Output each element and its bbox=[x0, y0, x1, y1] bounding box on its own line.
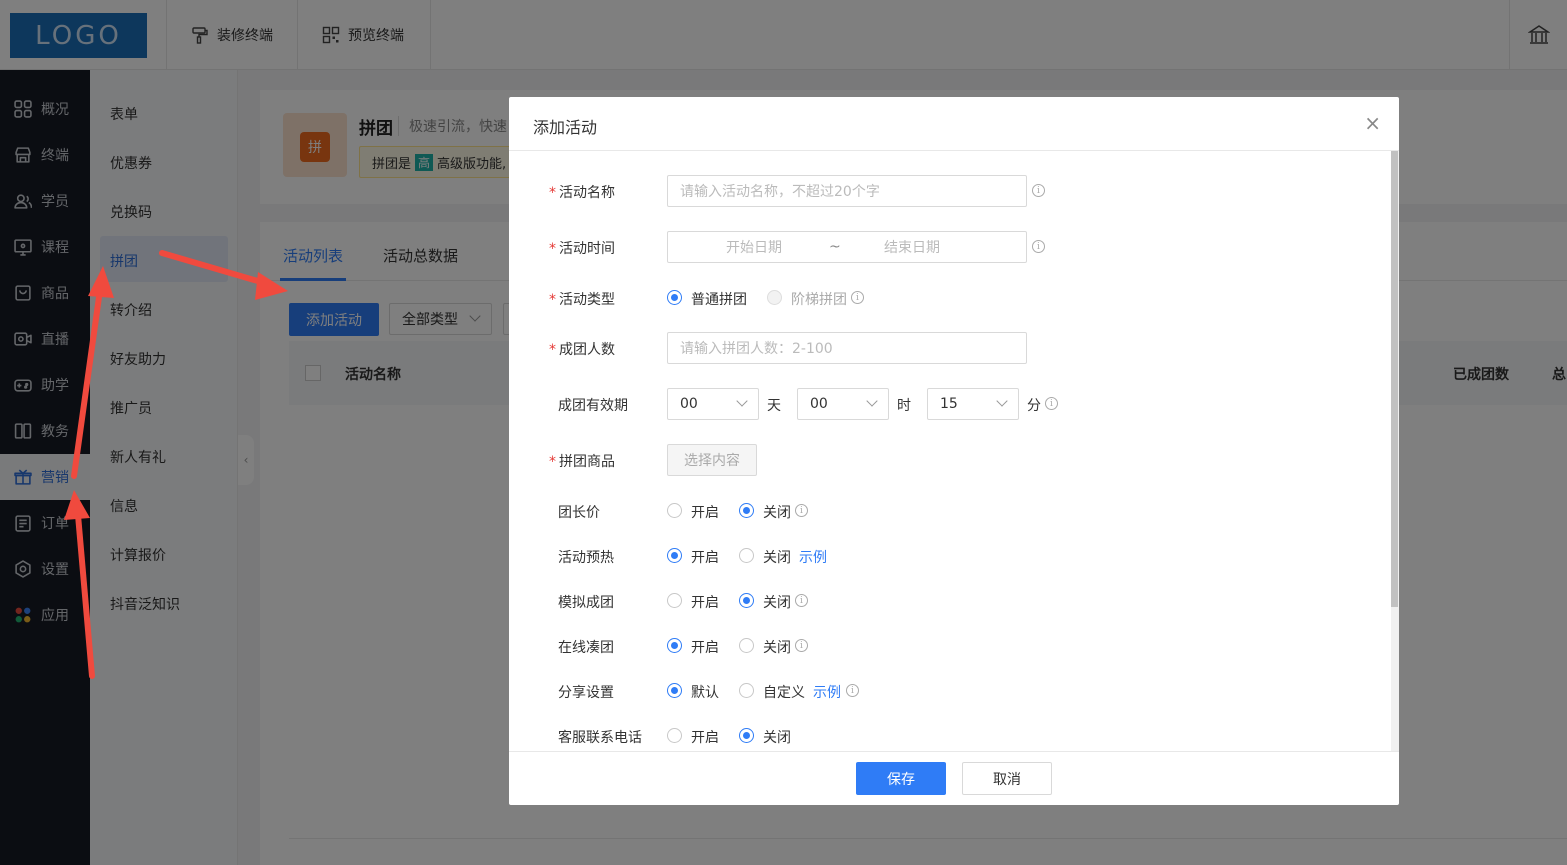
hours-unit: 时 bbox=[897, 398, 911, 414]
activity-name-label: * 活动名称 bbox=[549, 185, 615, 201]
dialog-header: 添加活动 × bbox=[509, 97, 1399, 151]
warmup-on-label: 开启 bbox=[691, 550, 719, 566]
chevron-down-icon bbox=[996, 395, 1008, 407]
service-phone-label: 客服联系电话 bbox=[558, 730, 642, 746]
group-size-input[interactable]: 请输入拼团人数：2-100 bbox=[667, 332, 1027, 364]
type-tiered-radio[interactable] bbox=[767, 290, 782, 305]
leader-price-off-label: 关闭 bbox=[763, 505, 791, 521]
simulate-on-radio[interactable] bbox=[667, 593, 682, 608]
validity-days-select[interactable]: 00 bbox=[667, 388, 759, 420]
info-icon: i bbox=[851, 291, 864, 304]
phone-on-label: 开启 bbox=[691, 730, 719, 746]
group-size-label: * 成团人数 bbox=[549, 342, 615, 358]
validity-hours-select[interactable]: 00 bbox=[797, 388, 889, 420]
phone-off-label: 关闭 bbox=[763, 730, 791, 746]
info-icon: i bbox=[846, 684, 859, 697]
phone-off-radio[interactable] bbox=[739, 728, 754, 743]
type-normal-radio[interactable] bbox=[667, 290, 682, 305]
info-icon: i bbox=[1045, 397, 1058, 410]
type-normal-label: 普通拼团 bbox=[691, 292, 747, 308]
add-activity-dialog: 添加活动 × * 活动名称 请输入活动名称，不超过20个字 i * 活动时间 开始日… bbox=[509, 97, 1399, 805]
date-range-separator: ~ bbox=[829, 239, 841, 255]
save-button[interactable]: 保存 bbox=[856, 762, 946, 795]
warmup-off-label: 关闭 bbox=[763, 550, 791, 566]
share-default-radio[interactable] bbox=[667, 683, 682, 698]
simulate-group-label: 模拟成团 bbox=[558, 595, 614, 611]
share-custom-label: 自定义 bbox=[763, 685, 805, 701]
warmup-label: 活动预热 bbox=[558, 550, 614, 566]
info-icon: i bbox=[1032, 240, 1045, 253]
warmup-on-radio[interactable] bbox=[667, 548, 682, 563]
activity-type-label: * 活动类型 bbox=[549, 292, 615, 308]
cancel-button[interactable]: 取消 bbox=[962, 762, 1052, 795]
start-date-input[interactable]: 开始日期 bbox=[726, 237, 782, 257]
dialog-scrollbar-thumb[interactable] bbox=[1391, 151, 1398, 607]
info-icon: i bbox=[795, 639, 808, 652]
phone-on-radio[interactable] bbox=[667, 728, 682, 743]
end-date-input[interactable]: 结束日期 bbox=[884, 237, 940, 257]
group-product-label: * 拼团商品 bbox=[549, 454, 615, 470]
minutes-unit: 分 bbox=[1027, 398, 1041, 414]
online-off-radio[interactable] bbox=[739, 638, 754, 653]
share-settings-label: 分享设置 bbox=[558, 685, 614, 701]
leader-price-label: 团长价 bbox=[558, 505, 600, 521]
validity-minutes-select[interactable]: 15 bbox=[927, 388, 1019, 420]
share-default-label: 默认 bbox=[691, 685, 719, 701]
activity-name-input[interactable]: 请输入活动名称，不超过20个字 bbox=[667, 175, 1027, 207]
online-on-radio[interactable] bbox=[667, 638, 682, 653]
simulate-off-radio[interactable] bbox=[739, 593, 754, 608]
online-off-label: 关闭 bbox=[763, 640, 791, 656]
dialog-footer: 保存 取消 bbox=[509, 751, 1399, 805]
share-example-link[interactable]: 示例 bbox=[813, 682, 841, 702]
simulate-off-label: 关闭 bbox=[763, 595, 791, 611]
chevron-down-icon bbox=[866, 395, 878, 407]
close-icon[interactable]: × bbox=[1364, 111, 1381, 135]
days-unit: 天 bbox=[767, 398, 781, 414]
info-icon: i bbox=[795, 504, 808, 517]
group-validity-label: 成团有效期 bbox=[558, 398, 628, 414]
online-group-label: 在线凑团 bbox=[558, 640, 614, 656]
activity-time-label: * 活动时间 bbox=[549, 241, 615, 257]
info-icon: i bbox=[795, 594, 808, 607]
leader-price-on-label: 开启 bbox=[691, 505, 719, 521]
type-tiered-label: 阶梯拼团 bbox=[791, 292, 847, 308]
dialog-title: 添加活动 bbox=[533, 118, 598, 137]
warmup-example-link[interactable]: 示例 bbox=[799, 547, 827, 567]
info-icon: i bbox=[1032, 184, 1045, 197]
select-content-button[interactable]: 选择内容 bbox=[667, 444, 757, 476]
leader-price-off-radio[interactable] bbox=[739, 503, 754, 518]
share-custom-radio[interactable] bbox=[739, 683, 754, 698]
chevron-down-icon bbox=[736, 395, 748, 407]
online-on-label: 开启 bbox=[691, 640, 719, 656]
warmup-off-radio[interactable] bbox=[739, 548, 754, 563]
simulate-on-label: 开启 bbox=[691, 595, 719, 611]
activity-date-range[interactable]: 开始日期 ~ 结束日期 bbox=[667, 231, 1027, 263]
leader-price-on-radio[interactable] bbox=[667, 503, 682, 518]
